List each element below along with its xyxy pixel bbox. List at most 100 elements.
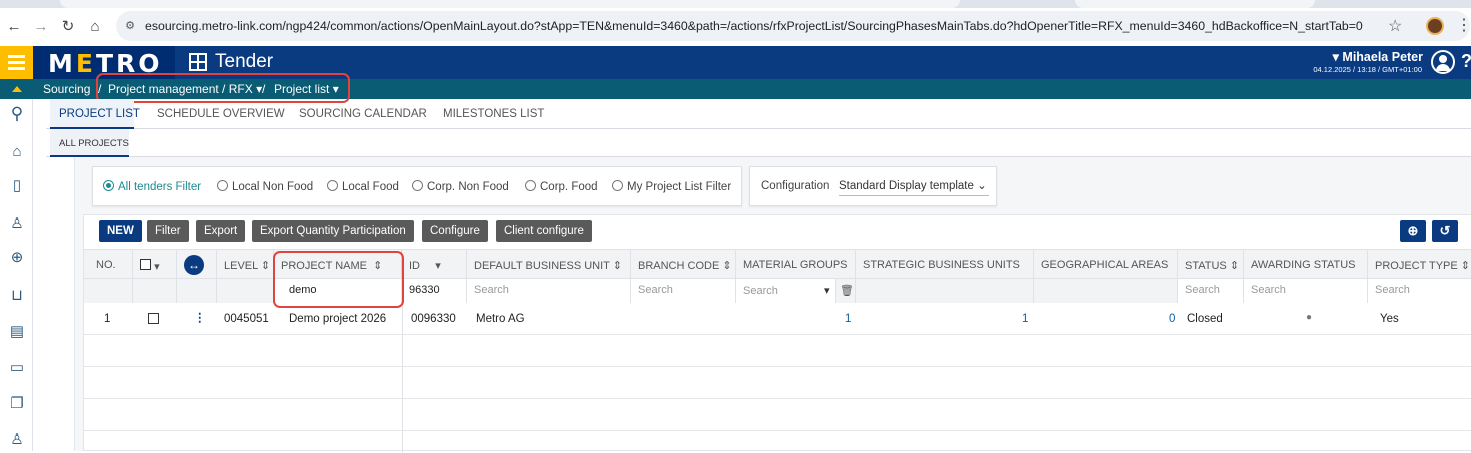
column-select-all[interactable]: ▾ bbox=[133, 250, 177, 280]
configure-button[interactable]: Configure bbox=[422, 220, 488, 242]
sub-tabs: ALL PROJECTS bbox=[46, 129, 1471, 157]
menu-kebab-icon[interactable]: ⋮ bbox=[1456, 15, 1471, 35]
url-text[interactable]: esourcing.metro-link.com/ngp424/common/a… bbox=[145, 19, 1363, 33]
cell-level: 0045051 bbox=[224, 313, 269, 325]
user-name[interactable]: ▾ Mihaela Peter bbox=[1333, 49, 1423, 64]
row-checkbox[interactable] bbox=[148, 313, 159, 327]
radio-local-food[interactable]: Local Food bbox=[327, 180, 399, 193]
select-all-checkbox[interactable] bbox=[140, 259, 151, 270]
chevron-down-icon[interactable]: ▾ bbox=[154, 261, 160, 273]
reload-icon[interactable]: ↻ bbox=[58, 17, 78, 37]
cell-geographical-areas[interactable]: 0 bbox=[1169, 313, 1175, 325]
radio-my-project-list[interactable]: My Project List Filter bbox=[612, 180, 731, 193]
search-cell-empty bbox=[1034, 279, 1178, 303]
row-actions-icon[interactable]: ⋮ bbox=[194, 310, 206, 324]
home-icon[interactable]: ⌂ bbox=[8, 143, 26, 161]
column-geographical-areas[interactable]: GEOGRAPHICAL AREAS bbox=[1034, 250, 1178, 280]
awarding-status-search-input[interactable]: Search bbox=[1244, 279, 1368, 303]
document-icon[interactable]: ▯ bbox=[8, 177, 26, 195]
column-project-type[interactable]: PROJECT TYPE ⇕ bbox=[1368, 250, 1471, 280]
export-button[interactable]: Export bbox=[196, 220, 246, 242]
filter-radio-group: All tenders Filter Local Non Food Local … bbox=[92, 166, 742, 206]
browser-tab[interactable] bbox=[1075, 0, 1315, 8]
annotation-highlight-project-name bbox=[273, 251, 404, 308]
cell-project-name[interactable]: Demo project 2026 bbox=[289, 313, 386, 325]
site-settings-icon[interactable]: ⚙ bbox=[122, 18, 138, 34]
monitor-icon[interactable]: ▭ bbox=[8, 359, 26, 377]
column-material-groups[interactable]: MATERIAL GROUPS bbox=[736, 250, 856, 280]
browser-tab-strip bbox=[0, 0, 1471, 8]
column-expand[interactable]: ↔ bbox=[177, 250, 217, 280]
tab-project-list[interactable]: PROJECT LIST bbox=[59, 108, 140, 120]
profile-icon[interactable] bbox=[1426, 17, 1444, 35]
module-title: Tender bbox=[215, 51, 274, 72]
cell-status: Closed bbox=[1187, 313, 1223, 325]
help-icon[interactable]: ? bbox=[1461, 51, 1471, 72]
clear-filter-trash-icon[interactable]: 🗑 bbox=[836, 279, 856, 303]
cell-business-unit: Metro AG bbox=[476, 313, 525, 325]
id-search-input[interactable]: 96330 bbox=[402, 279, 467, 303]
cart-icon[interactable]: ⊔ bbox=[8, 287, 26, 305]
material-groups-search-select[interactable]: Search ▾ bbox=[736, 279, 836, 303]
user-list-icon[interactable]: ♙ bbox=[8, 215, 26, 233]
column-awarding-status[interactable]: AWARDING STATUS bbox=[1244, 250, 1368, 280]
project-type-search-input[interactable]: Search bbox=[1368, 279, 1471, 303]
copy-icon[interactable]: ❐ bbox=[8, 395, 26, 413]
browser-tab-active[interactable] bbox=[60, 0, 960, 8]
cell-material-groups[interactable]: 1 bbox=[845, 313, 851, 325]
back-icon[interactable]: ← bbox=[4, 17, 24, 37]
filter-button[interactable]: Filter bbox=[147, 220, 189, 242]
column-status[interactable]: STATUS ⇕ bbox=[1178, 250, 1244, 280]
subtab-all-projects[interactable]: ALL PROJECTS bbox=[50, 129, 129, 157]
tender-module-icon bbox=[189, 53, 207, 71]
cell-no: 1 bbox=[104, 313, 111, 325]
column-id[interactable]: ID ▾ bbox=[402, 250, 467, 280]
column-level[interactable]: LEVEL ⇕ bbox=[217, 250, 274, 280]
bookmark-star-icon[interactable]: ☆ bbox=[1388, 16, 1402, 36]
configuration-select[interactable]: Standard Display template ⌄ bbox=[839, 178, 989, 196]
client-configure-button[interactable]: Client configure bbox=[496, 220, 592, 242]
browser-toolbar: ← → ↻ ⌂ ⚙ esourcing.metro-link.com/ngp42… bbox=[0, 8, 1471, 46]
refresh-icon[interactable]: ↺ bbox=[1432, 220, 1458, 242]
search-cell-empty bbox=[856, 279, 1034, 303]
tab-schedule-overview[interactable]: SCHEDULE OVERVIEW bbox=[157, 108, 285, 120]
search-cell-empty bbox=[217, 279, 274, 303]
search-icon[interactable]: ⚲ bbox=[8, 105, 26, 123]
home-icon[interactable]: ⌂ bbox=[85, 17, 105, 37]
expand-columns-icon[interactable]: ↔ bbox=[184, 255, 204, 275]
address-bar[interactable]: ⚙ esourcing.metro-link.com/ngp424/common… bbox=[116, 11, 1471, 41]
new-button[interactable]: NEW bbox=[99, 220, 142, 242]
column-branch-code[interactable]: BRANCH CODE ⇕ bbox=[631, 250, 736, 280]
main-tabs: PROJECT LIST SCHEDULE OVERVIEW SOURCING … bbox=[46, 99, 1471, 129]
clipboard-icon[interactable]: ▤ bbox=[8, 323, 26, 341]
search-cell-empty bbox=[84, 279, 133, 303]
branch-code-search-input[interactable]: Search bbox=[631, 279, 736, 303]
user-settings-icon[interactable]: ♙ bbox=[8, 431, 26, 449]
cell-strategic-business-units[interactable]: 1 bbox=[1022, 313, 1028, 325]
configuration-box: Configuration Standard Display template … bbox=[749, 166, 997, 206]
column-strategic-business-units[interactable]: STRATEGIC BUSINESS UNITS bbox=[856, 250, 1034, 280]
radio-corp-food[interactable]: Corp. Food bbox=[525, 180, 598, 193]
forward-icon[interactable]: → bbox=[31, 17, 51, 37]
user-avatar-icon[interactable] bbox=[1431, 50, 1455, 74]
column-default-business-unit[interactable]: DEFAULT BUSINESS UNIT ⇕ bbox=[467, 250, 631, 280]
breadcrumb-sourcing[interactable]: Sourcing bbox=[43, 82, 90, 96]
business-unit-search-input[interactable]: Search bbox=[467, 279, 631, 303]
export-quantity-participation-button[interactable]: Export Quantity Participation bbox=[252, 220, 414, 242]
tab-sourcing-calendar[interactable]: SOURCING CALENDAR bbox=[299, 108, 427, 120]
tab-milestones-list[interactable]: MILESTONES LIST bbox=[443, 108, 544, 120]
radio-all-tenders[interactable]: All tenders Filter bbox=[103, 180, 201, 193]
globe-icon[interactable]: ⊕ bbox=[8, 249, 26, 267]
collapse-up-icon[interactable] bbox=[0, 79, 33, 99]
search-cell-empty bbox=[133, 279, 177, 303]
zoom-search-icon[interactable]: ⊕ bbox=[1400, 220, 1426, 242]
radio-corp-non-food[interactable]: Corp. Non Food bbox=[412, 180, 509, 193]
module-bar: Tender ▾ Mihaela Peter 04.12.2025 / 13:1… bbox=[175, 46, 1471, 79]
status-search-input[interactable]: Search bbox=[1178, 279, 1244, 303]
empty-table-row bbox=[84, 367, 1471, 399]
configuration-label: Configuration bbox=[761, 180, 830, 192]
radio-local-non-food[interactable]: Local Non Food bbox=[217, 180, 313, 193]
search-cell-empty bbox=[177, 279, 217, 303]
hamburger-menu-icon[interactable] bbox=[0, 46, 33, 79]
column-no[interactable]: NO. bbox=[84, 250, 133, 280]
